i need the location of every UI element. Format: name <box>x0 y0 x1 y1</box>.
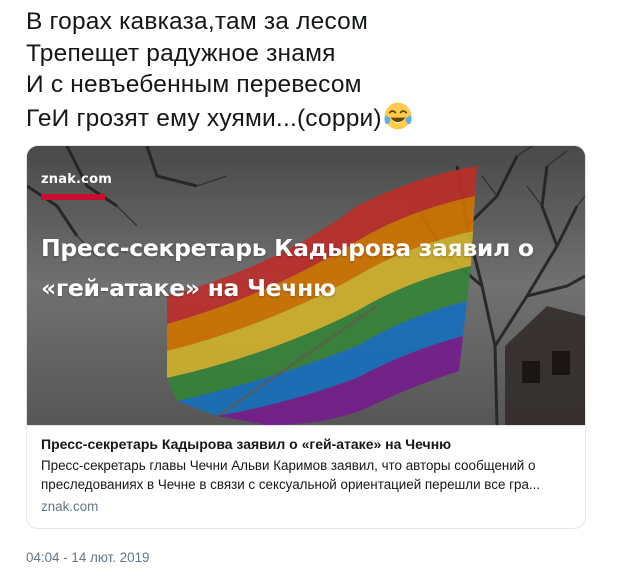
face-with-tears-of-joy-icon <box>384 102 412 129</box>
znak-logo: znak.com <box>41 172 112 187</box>
link-preview-card[interactable]: znak.com Пресс-секретарь Кадырова заявил… <box>26 145 586 529</box>
tweet-line-with-emoji: ГеИ грозят ему хуями...(сорри) <box>26 101 606 135</box>
tweet-line: Трепещет радужное знамя <box>26 39 336 67</box>
card-body[interactable]: Пресс-секретарь Кадырова заявил о «гей-а… <box>27 425 585 514</box>
znak-logo-bar <box>41 194 105 200</box>
tweet-text: В горах кавказа,там за лесом Трепещет ра… <box>26 6 606 134</box>
card-image[interactable]: znak.com Пресс-секретарь Кадырова заявил… <box>27 146 585 425</box>
image-headline: Пресс-секретарь Кадырова заявил о «гей-а… <box>41 234 534 302</box>
card-description-line: Пресс-секретарь главы Чечни Альви Каримо… <box>41 458 536 473</box>
tweet-line: ГеИ грозят ему хуями...(сорри) <box>26 104 382 132</box>
card-description: Пресс-секретарь главы Чечни Альви Каримо… <box>41 456 571 494</box>
tweet-timestamp[interactable]: 04:04 - 14 лют. 2019 <box>26 550 149 565</box>
tweet-line: И с невъебенным перевесом <box>26 71 362 98</box>
card-title[interactable]: Пресс-секретарь Кадырова заявил о «гей-а… <box>41 435 571 453</box>
card-domain: znak.com <box>41 499 99 514</box>
tweet-line: В горах кавказа,там за лесом <box>26 8 369 35</box>
card-description-line: преследованиях в Чечне в связи с сексуал… <box>41 477 541 492</box>
